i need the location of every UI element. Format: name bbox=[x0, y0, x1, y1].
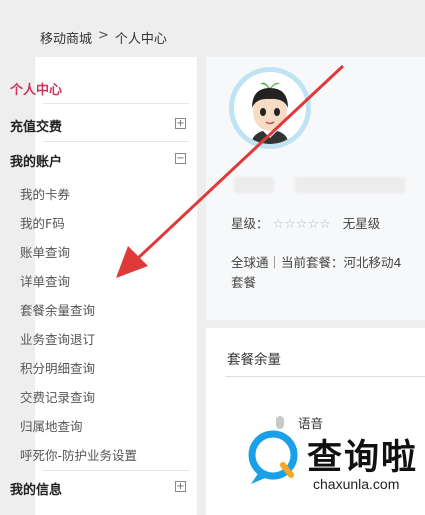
search-magnifier-logo-icon bbox=[248, 430, 298, 484]
watermark-url: chaxunla.com bbox=[313, 476, 400, 492]
watermark: 查询啦 chaxunla.com bbox=[245, 428, 425, 498]
watermark-text: 查询啦 bbox=[307, 437, 419, 478]
